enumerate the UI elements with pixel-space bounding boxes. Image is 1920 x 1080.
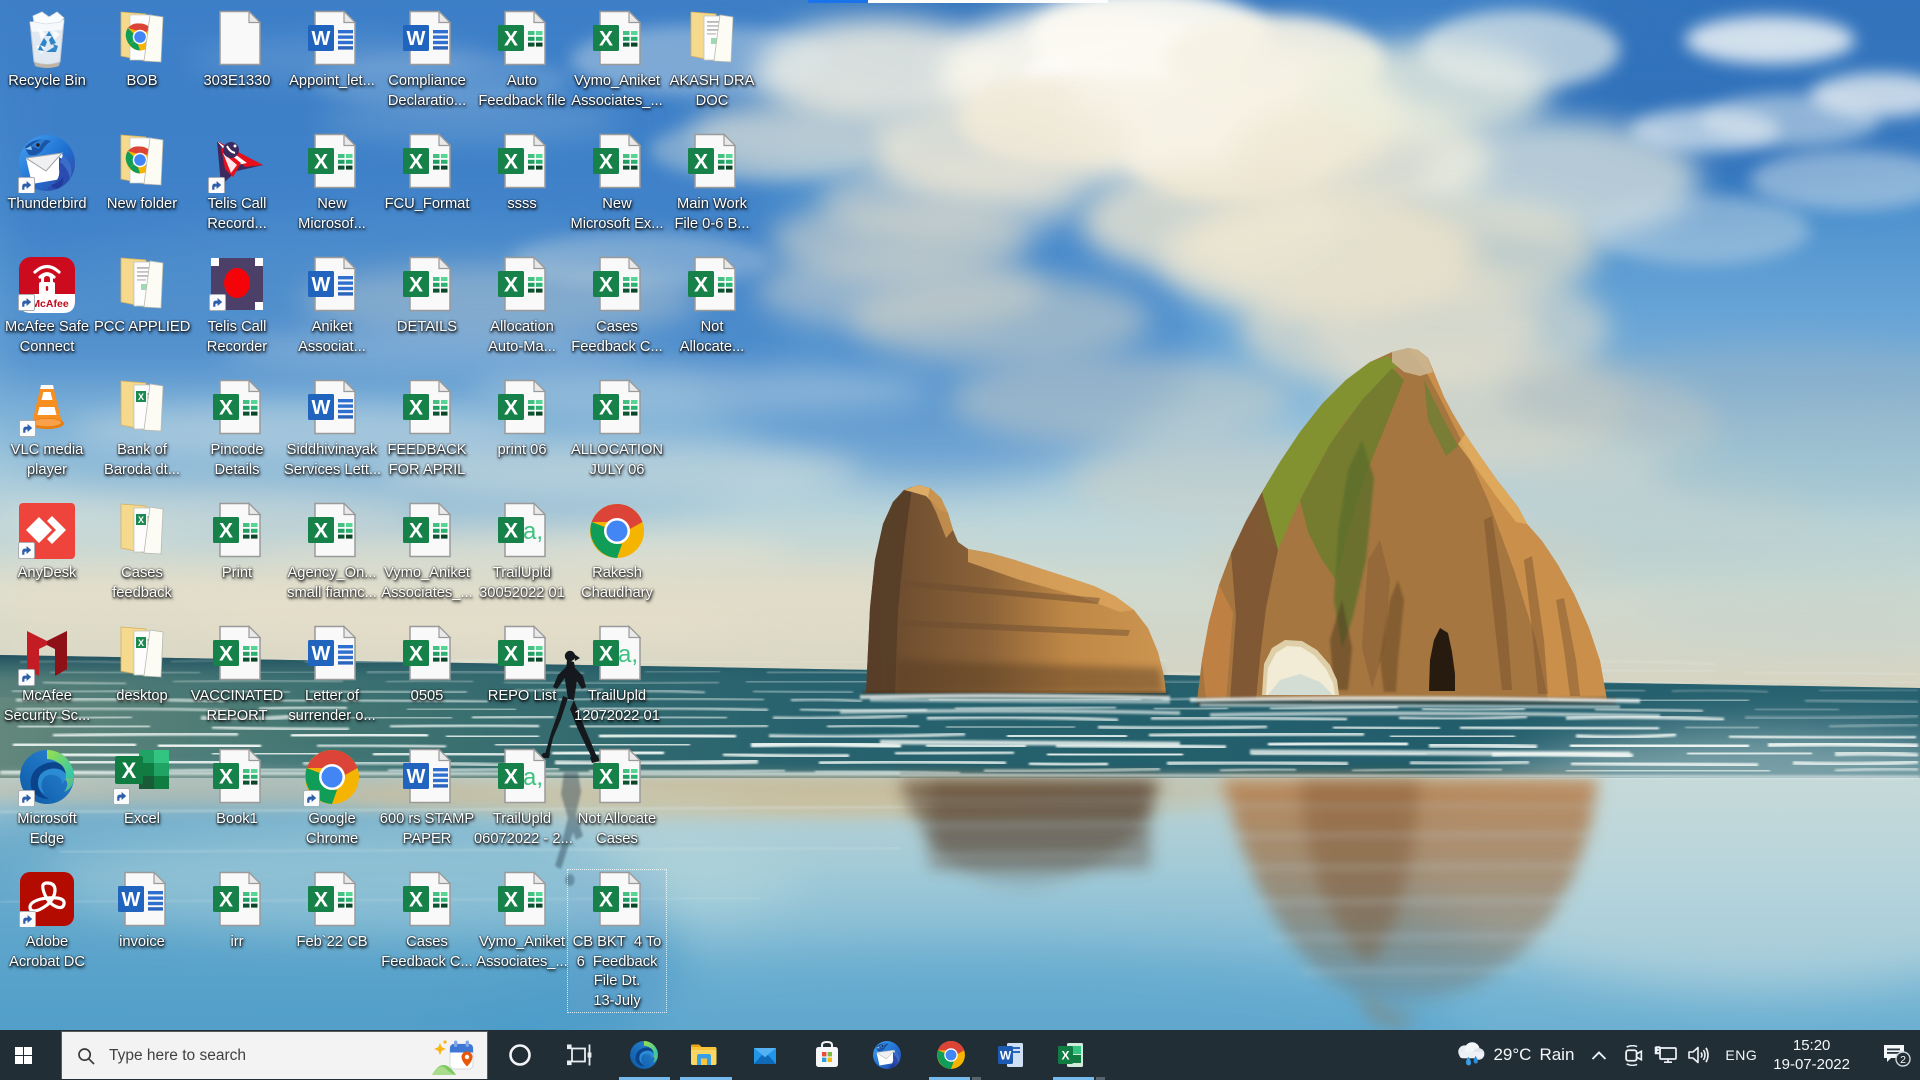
svg-text:X: X xyxy=(504,889,518,912)
svg-text:X: X xyxy=(409,520,423,543)
svg-text:a,: a, xyxy=(618,641,638,668)
svg-text:X: X xyxy=(409,274,423,297)
svg-text:X: X xyxy=(314,151,328,174)
svg-text:X: X xyxy=(599,151,613,174)
svg-text:X: X xyxy=(599,274,613,297)
svg-text:X: X xyxy=(138,638,144,648)
svg-text:X: X xyxy=(599,643,613,666)
svg-text:X: X xyxy=(504,151,518,174)
svg-text:X: X xyxy=(409,643,423,666)
svg-text:X: X xyxy=(314,520,328,543)
svg-text:X: X xyxy=(219,889,233,912)
svg-text:W: W xyxy=(122,889,141,911)
svg-text:X: X xyxy=(409,151,423,174)
svg-text:X: X xyxy=(694,151,708,174)
svg-text:W: W xyxy=(312,643,331,665)
svg-text:a,: a, xyxy=(523,764,543,791)
svg-text:X: X xyxy=(314,889,328,912)
svg-text:X: X xyxy=(219,643,233,666)
svg-text:W: W xyxy=(312,28,331,50)
svg-text:X: X xyxy=(504,643,518,666)
svg-text:X: X xyxy=(504,28,518,51)
svg-text:X: X xyxy=(1061,1049,1069,1063)
svg-text:W: W xyxy=(312,274,331,296)
svg-text:X: X xyxy=(138,392,144,402)
svg-text:X: X xyxy=(138,515,144,525)
svg-text:X: X xyxy=(219,766,233,789)
svg-text:a,: a, xyxy=(523,518,543,545)
svg-text:2: 2 xyxy=(1900,1054,1906,1066)
svg-text:X: X xyxy=(504,766,518,789)
svg-text:X: X xyxy=(694,274,708,297)
svg-text:X: X xyxy=(599,766,613,789)
svg-text:W: W xyxy=(312,397,331,419)
svg-text:X: X xyxy=(504,397,518,420)
svg-text:W: W xyxy=(407,28,426,50)
svg-text:X: X xyxy=(599,889,613,912)
svg-text:X: X xyxy=(219,397,233,420)
svg-text:X: X xyxy=(599,28,613,51)
svg-text:W: W xyxy=(407,766,426,788)
svg-text:X: X xyxy=(599,397,613,420)
svg-text:X: X xyxy=(409,397,423,420)
svg-text:X: X xyxy=(122,758,137,783)
svg-text:X: X xyxy=(219,520,233,543)
svg-text:X: X xyxy=(409,889,423,912)
svg-text:W: W xyxy=(1000,1049,1012,1063)
svg-text:McAfee: McAfee xyxy=(31,298,69,310)
svg-text:X: X xyxy=(504,520,518,543)
svg-text:X: X xyxy=(504,274,518,297)
